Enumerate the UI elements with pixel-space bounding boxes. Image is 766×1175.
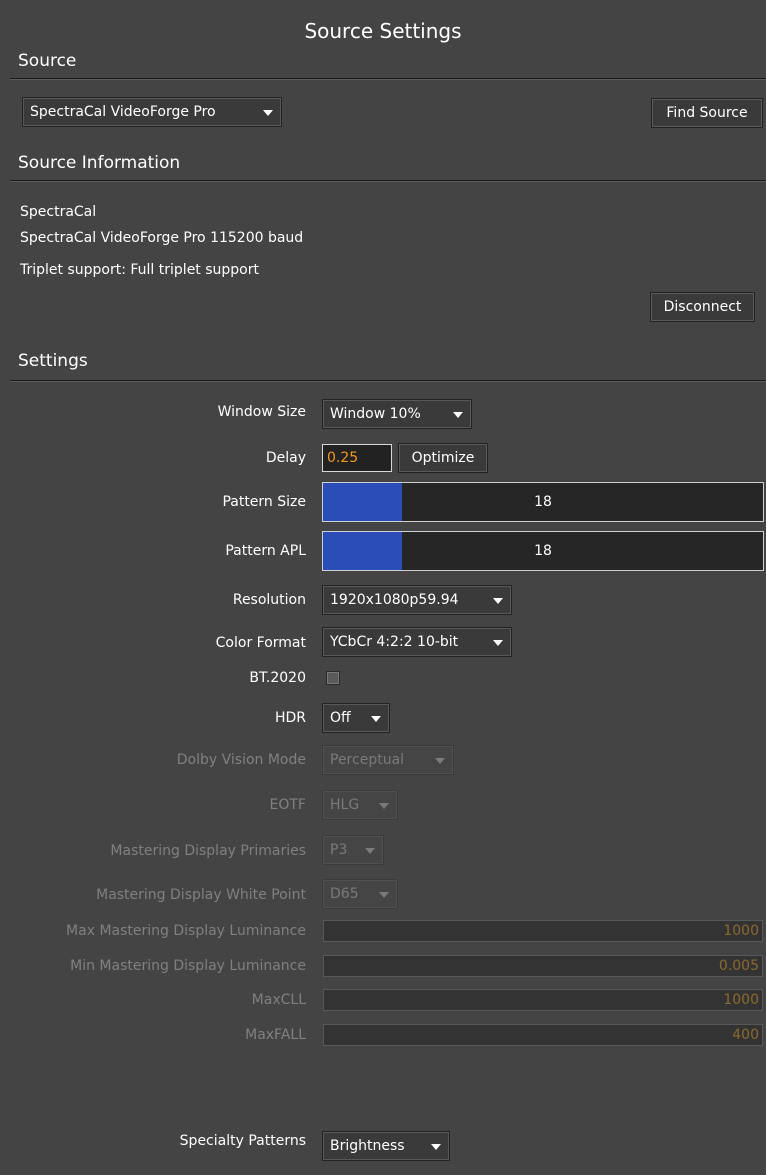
chevron-down-icon bbox=[431, 1144, 441, 1150]
bt2020-checkbox[interactable] bbox=[326, 671, 340, 685]
min-mastering-luminance-field[interactable]: 0.005 bbox=[323, 955, 763, 977]
window-title: Source Settings bbox=[304, 19, 462, 43]
chevron-down-icon bbox=[379, 892, 389, 898]
specialty-patterns-value: Brightness bbox=[330, 1138, 405, 1154]
find-source-button[interactable]: Find Source bbox=[651, 98, 763, 128]
optimize-button[interactable]: Optimize bbox=[398, 443, 488, 473]
pattern-apl-label: Pattern APL bbox=[225, 543, 306, 559]
specialty-patterns-select[interactable]: Brightness bbox=[322, 1131, 450, 1161]
settings-divider bbox=[10, 380, 766, 382]
source-info-divider bbox=[10, 180, 766, 182]
chevron-down-icon bbox=[365, 848, 375, 854]
max-mastering-luminance-label: Max Mastering Display Luminance bbox=[66, 923, 306, 939]
maxfall-field[interactable]: 400 bbox=[323, 1024, 763, 1046]
mastering-white-point-value: D65 bbox=[330, 886, 359, 902]
mastering-white-point-select[interactable]: D65 bbox=[322, 879, 398, 909]
pattern-apl-value: 18 bbox=[534, 543, 552, 559]
resolution-select[interactable]: 1920x1080p59.94 bbox=[322, 585, 512, 615]
color-format-label: Color Format bbox=[215, 635, 306, 651]
maxcll-field[interactable]: 1000 bbox=[323, 989, 763, 1011]
chevron-down-icon bbox=[493, 598, 503, 604]
chevron-down-icon bbox=[263, 110, 273, 116]
chevron-down-icon bbox=[435, 758, 445, 764]
eotf-value: HLG bbox=[330, 797, 360, 813]
bt2020-label: BT.2020 bbox=[249, 670, 306, 686]
mastering-primaries-value: P3 bbox=[330, 842, 348, 858]
resolution-value: 1920x1080p59.94 bbox=[330, 592, 459, 608]
hdr-value: Off bbox=[330, 710, 351, 726]
maxfall-label: MaxFALL bbox=[245, 1027, 306, 1043]
chevron-down-icon bbox=[379, 803, 389, 809]
delay-input[interactable] bbox=[322, 444, 392, 472]
source-manufacturer: SpectraCal bbox=[20, 204, 97, 220]
source-device-select-value: SpectraCal VideoForge Pro bbox=[30, 104, 216, 120]
window-size-value: Window 10% bbox=[330, 406, 421, 422]
settings-heading: Settings bbox=[18, 351, 88, 371]
mastering-primaries-label: Mastering Display Primaries bbox=[110, 843, 306, 859]
eotf-select[interactable]: HLG bbox=[322, 790, 398, 820]
mastering-white-point-label: Mastering Display White Point bbox=[96, 887, 306, 903]
eotf-label: EOTF bbox=[269, 797, 306, 813]
min-mastering-luminance-label: Min Mastering Display Luminance bbox=[70, 958, 306, 974]
source-info-heading: Source Information bbox=[18, 153, 181, 173]
pattern-size-value: 18 bbox=[534, 494, 552, 510]
specialty-patterns-label: Specialty Patterns bbox=[179, 1133, 306, 1149]
delay-label: Delay bbox=[265, 450, 306, 466]
source-divider bbox=[10, 78, 766, 80]
window-size-select[interactable]: Window 10% bbox=[322, 399, 472, 429]
source-device-detail: SpectraCal VideoForge Pro 115200 baud bbox=[20, 230, 304, 246]
chevron-down-icon bbox=[453, 412, 463, 418]
max-mastering-luminance-field[interactable]: 1000 bbox=[323, 920, 763, 942]
dolby-vision-mode-select[interactable]: Perceptual bbox=[322, 745, 454, 775]
pattern-size-slider[interactable]: 18 bbox=[322, 482, 764, 522]
chevron-down-icon bbox=[493, 640, 503, 646]
pattern-apl-slider[interactable]: 18 bbox=[322, 531, 764, 571]
chevron-down-icon bbox=[371, 716, 381, 722]
triplet-support-text: Triplet support: Full triplet support bbox=[20, 262, 259, 278]
maxcll-label: MaxCLL bbox=[251, 992, 306, 1008]
mastering-primaries-select[interactable]: P3 bbox=[322, 835, 384, 865]
color-format-select[interactable]: YCbCr 4:2:2 10-bit bbox=[322, 627, 512, 657]
source-device-select[interactable]: SpectraCal VideoForge Pro bbox=[22, 97, 282, 127]
hdr-select[interactable]: Off bbox=[322, 703, 390, 733]
dolby-vision-mode-label: Dolby Vision Mode bbox=[176, 752, 306, 768]
hdr-label: HDR bbox=[274, 710, 306, 726]
disconnect-button[interactable]: Disconnect bbox=[650, 292, 755, 322]
resolution-label: Resolution bbox=[232, 592, 306, 608]
color-format-value: YCbCr 4:2:2 10-bit bbox=[330, 634, 459, 650]
pattern-size-label: Pattern Size bbox=[222, 494, 306, 510]
window-size-label: Window Size bbox=[217, 404, 306, 420]
dolby-vision-mode-value: Perceptual bbox=[330, 752, 405, 768]
source-heading: Source bbox=[18, 51, 77, 71]
